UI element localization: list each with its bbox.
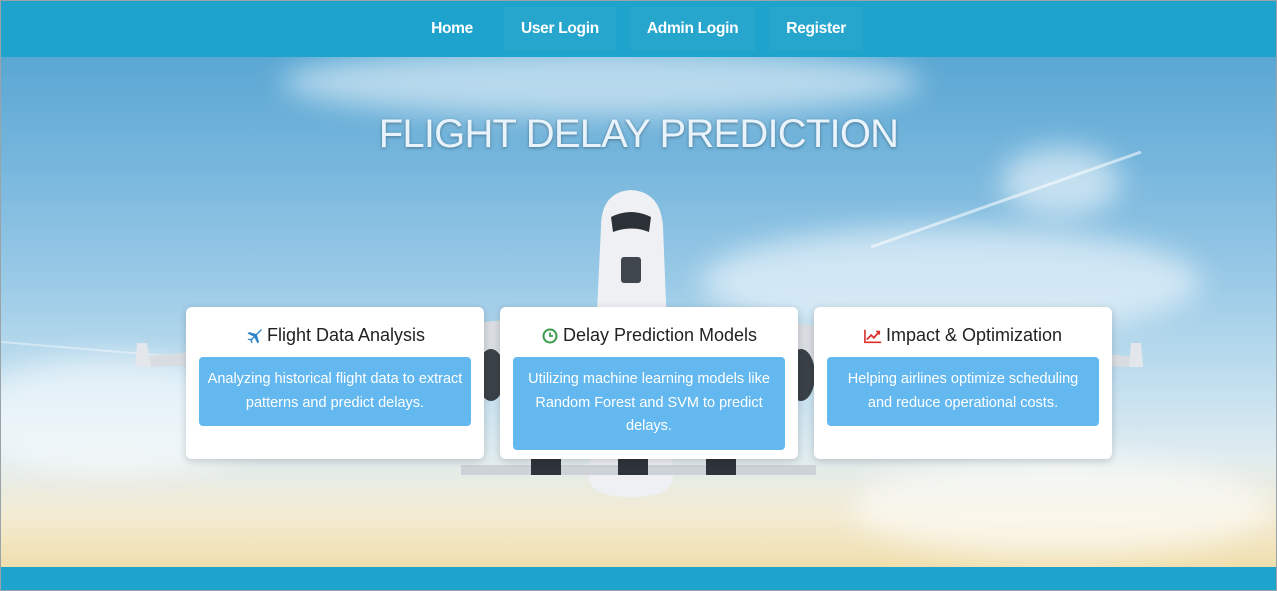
clock-icon bbox=[541, 327, 559, 345]
page-frame: Home User Login Admin Login Register FLI… bbox=[0, 0, 1277, 591]
feature-card-impact-optimization: Impact & Optimization Helping airlines o… bbox=[814, 307, 1112, 459]
nav-register-link[interactable]: Register bbox=[769, 7, 863, 51]
card-heading: Flight Data Analysis bbox=[186, 325, 484, 346]
card-title: Impact & Optimization bbox=[885, 325, 1063, 345]
card-heading: Impact & Optimization bbox=[814, 325, 1112, 346]
card-title: Flight Data Analysis bbox=[266, 325, 426, 345]
card-title: Delay Prediction Models bbox=[562, 325, 758, 345]
trend-chart-icon bbox=[864, 327, 882, 345]
card-description: Helping airlines optimize scheduling and… bbox=[827, 357, 1099, 426]
nav-user-login-link[interactable]: User Login bbox=[503, 7, 616, 51]
card-description: Utilizing machine learning models like R… bbox=[513, 357, 785, 450]
page-title: FLIGHT DELAY PREDICTION bbox=[378, 112, 899, 156]
nav-admin-login-link[interactable]: Admin Login bbox=[629, 7, 756, 51]
feature-card-flight-data-analysis: Flight Data Analysis Analyzing historica… bbox=[186, 307, 484, 459]
feature-card-delay-prediction-models: Delay Prediction Models Utilizing machin… bbox=[500, 307, 798, 459]
card-heading: Delay Prediction Models bbox=[500, 325, 798, 346]
footer-bar bbox=[1, 567, 1276, 590]
nav-home-link[interactable]: Home bbox=[414, 7, 490, 51]
airplane-icon bbox=[245, 327, 263, 345]
top-navbar: Home User Login Admin Login Register bbox=[1, 1, 1276, 57]
card-description: Analyzing historical flight data to extr… bbox=[199, 357, 471, 426]
nav-menu: Home User Login Admin Login Register bbox=[1, 1, 1276, 57]
hero-section: FLIGHT DELAY PREDICTION Flight Data Anal… bbox=[1, 57, 1276, 567]
